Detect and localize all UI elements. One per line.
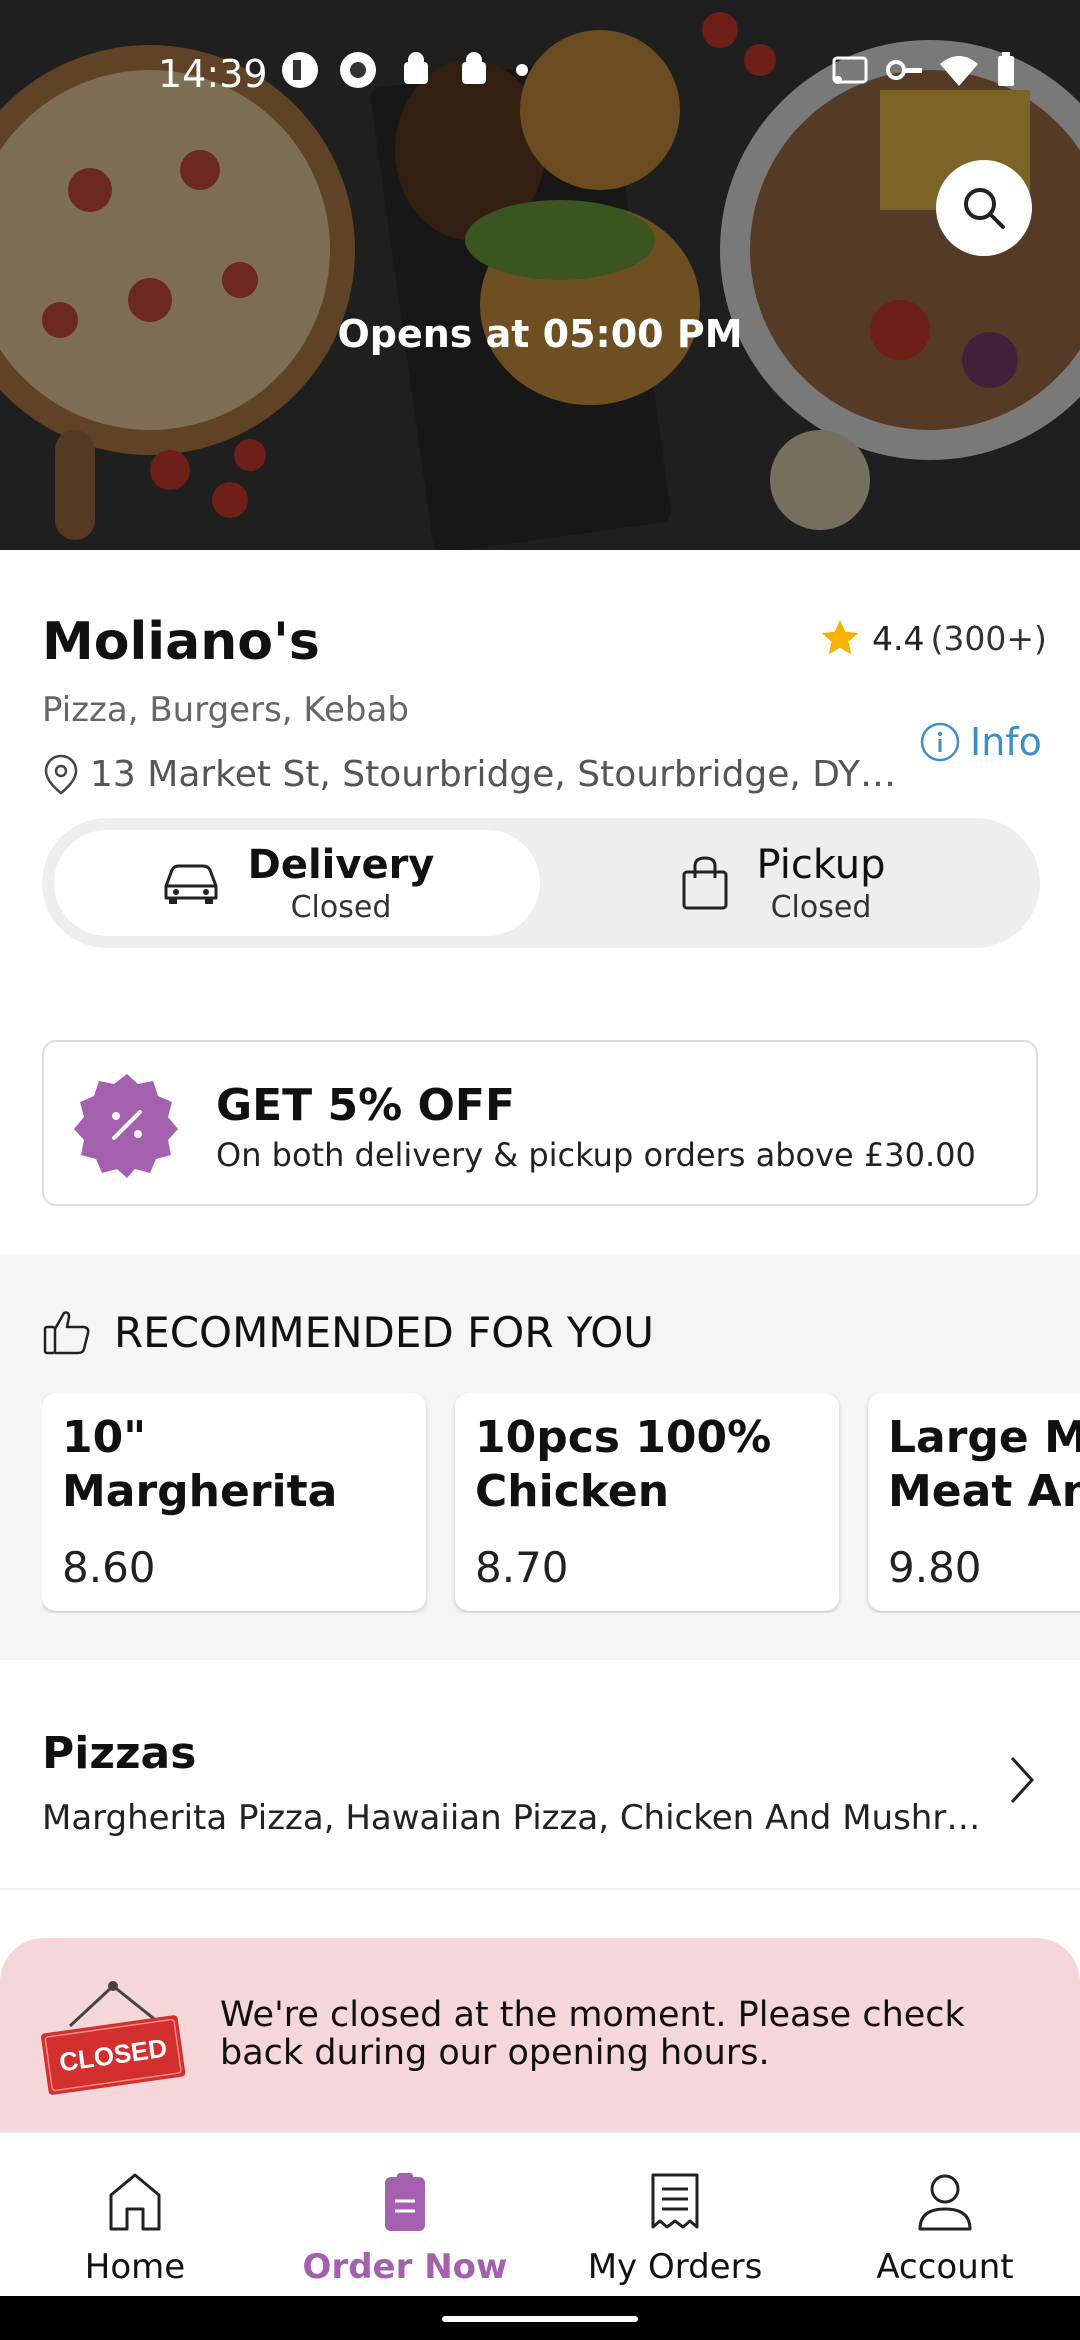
- promo-subtitle: On both delivery & pickup orders above £…: [216, 1136, 976, 1174]
- nav-account[interactable]: Account: [810, 2133, 1080, 2297]
- status-bar: 14:39: [0, 40, 1080, 110]
- info-button[interactable]: Info: [920, 720, 1042, 764]
- search-icon: [964, 188, 1005, 229]
- cast-icon: [830, 50, 870, 94]
- android-icon: [396, 50, 436, 94]
- address: 13 Market St, Stourbridge, Stourbridge, …: [42, 752, 896, 796]
- item-name: Large Mix Meat And: [888, 1412, 1080, 1517]
- app-notification-icon: [280, 50, 320, 94]
- delivery-label: Delivery: [247, 841, 435, 888]
- thumbs-up-icon: [43, 1311, 90, 1355]
- location-pin-icon: [44, 754, 78, 795]
- recommended-carousel[interactable]: 10" Margherita Pizza 8.60 10pcs 100% Chi…: [42, 1393, 1080, 1613]
- category-title: Pizzas: [42, 1728, 197, 1779]
- item-price: 8.60: [62, 1543, 156, 1592]
- category-description: Margherita Pizza, Hawaiian Pizza, Chicke…: [42, 1798, 981, 1838]
- delivery-option[interactable]: Delivery Closed: [54, 830, 540, 936]
- opening-time-text: Opens at 05:00 PM: [337, 312, 743, 356]
- order-mode-toggle: Delivery Closed Pickup Closed: [42, 818, 1040, 948]
- nav-order-now[interactable]: Order Now: [270, 2133, 540, 2297]
- rating-value: 4.4: [872, 618, 925, 658]
- battery-icon: [994, 50, 1018, 94]
- rating-count: (300+): [930, 618, 1047, 658]
- recommended-item-card[interactable]: 10pcs 100% Chicken Breast… 8.70: [455, 1393, 839, 1611]
- system-status-icons: [830, 50, 1018, 94]
- restaurant-name: Moliano's: [42, 612, 320, 672]
- dot-icon: [512, 50, 532, 94]
- category-pizzas[interactable]: Pizzas Margherita Pizza, Hawaiian Pizza,…: [0, 1700, 1080, 1890]
- promo-card[interactable]: GET 5% OFF On both delivery & pickup ord…: [42, 1040, 1038, 1206]
- nav-home-label: Home: [84, 2247, 186, 2287]
- order-now-icon: [385, 2173, 425, 2231]
- star-icon: [821, 619, 859, 655]
- nav-my-orders[interactable]: My Orders: [540, 2133, 810, 2297]
- shopping-bag-icon: [682, 856, 728, 910]
- nav-home[interactable]: Home: [0, 2133, 270, 2297]
- recommended-title: RECOMMENDED FOR YOU: [114, 1307, 655, 1357]
- notification-icons: [280, 50, 532, 94]
- sync-notification-icon: [338, 50, 378, 94]
- item-name: 10" Margherita Pizza: [62, 1412, 338, 1521]
- nav-my-orders-label: My Orders: [587, 2247, 763, 2287]
- system-navigation-area: [0, 2296, 1080, 2340]
- discount-badge-icon: [74, 1074, 178, 1178]
- chevron-right-icon: [1010, 1756, 1035, 1804]
- closed-message: We're closed at the moment. Please check…: [220, 1995, 965, 2073]
- nav-order-now-label: Order Now: [302, 2247, 508, 2287]
- closed-sign-icon: CLOSED: [41, 1981, 186, 2095]
- nav-account-label: Account: [876, 2247, 1014, 2287]
- info-label: Info: [970, 720, 1042, 764]
- person-icon: [918, 2174, 972, 2231]
- bottom-navigation: Home Order Now My Orders Account: [0, 2132, 1080, 2296]
- closed-banner: CLOSED We're closed at the moment. Pleas…: [0, 1938, 1080, 2138]
- item-name: 10pcs 100% Chicken Breast…: [475, 1412, 772, 1521]
- receipt-icon: [651, 2173, 699, 2229]
- recommended-item-card[interactable]: 10" Margherita Pizza 8.60: [42, 1393, 426, 1611]
- car-icon: [164, 864, 218, 904]
- address-text: 13 Market St, Stourbridge, Stourbridge, …: [90, 753, 897, 795]
- rating: 4.4 (300+): [818, 616, 1047, 660]
- search-button[interactable]: [936, 160, 1032, 256]
- item-price: 8.70: [475, 1543, 569, 1592]
- recommended-item-card[interactable]: Large Mix Meat And 9.80: [868, 1393, 1080, 1611]
- wifi-icon: [938, 50, 980, 94]
- pickup-option[interactable]: Pickup Closed: [540, 830, 1026, 936]
- delivery-status: Closed: [290, 889, 392, 925]
- pickup-label: Pickup: [756, 841, 886, 888]
- android-icon: [454, 50, 494, 94]
- vpn-key-icon: [884, 50, 924, 94]
- recommended-section: RECOMMENDED FOR YOU 10" Margherita Pizza…: [0, 1255, 1080, 1660]
- item-price: 9.80: [888, 1543, 982, 1592]
- promo-title: GET 5% OFF: [216, 1080, 516, 1131]
- pickup-status: Closed: [770, 889, 872, 925]
- home-icon: [109, 2173, 161, 2231]
- status-time: 14:39: [158, 52, 268, 96]
- hero-banner: 14:39 Opens at 05:00 PM: [0, 0, 1080, 550]
- recommended-heading: RECOMMENDED FOR YOU: [42, 1307, 654, 1357]
- info-icon: [920, 722, 960, 762]
- cuisine-list: Pizza, Burgers, Kebab: [42, 690, 409, 730]
- gesture-handle[interactable]: [442, 2316, 638, 2322]
